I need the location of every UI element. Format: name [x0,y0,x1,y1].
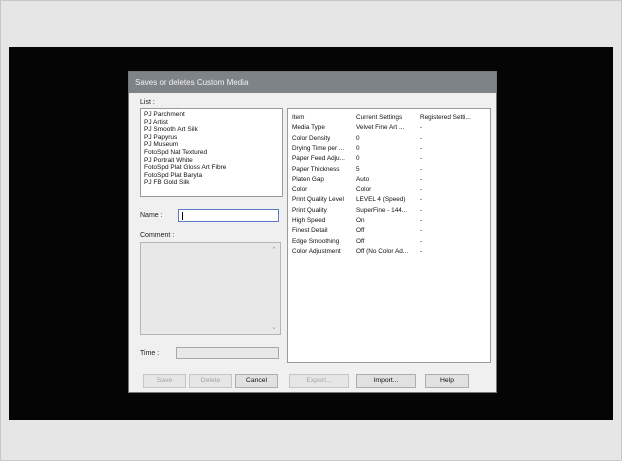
list-item[interactable]: PJ Smooth Art Silk [144,126,279,134]
table-cell: LEVEL 4 (Speed) [356,196,406,204]
list-item[interactable]: PJ Papyrus [144,134,279,142]
table-cell: Velvet Fine Art ... [356,124,405,132]
dialog-title: Saves or deletes Custom Media [129,72,496,93]
list-item[interactable]: PJ Artist [144,119,279,127]
table-cell: Print Quality [292,206,327,214]
list-item[interactable]: FotoSpd Plat Gloss Art Fibre [144,164,279,172]
table-cell: - [420,186,423,194]
table-cell: Print Quality Level [292,196,344,204]
table-cell: Paper Thickness [292,165,340,173]
media-listbox[interactable]: PJ Parchment PJ Artist PJ Smooth Art Silk P… [140,108,283,197]
name-label: Name : [140,212,163,219]
table-header-cell: Item [292,114,305,121]
table-cell: Platen Gap [292,175,324,183]
table-cell: Drying Time per ... [292,144,345,152]
table-cell: 0 [356,134,360,142]
table-cell: - [420,155,423,163]
text-caret [182,212,183,220]
list-item[interactable]: PJ Parchment [144,111,279,119]
comment-label: Comment : [140,232,175,239]
table-cell: - [420,227,423,235]
table-cell: Finest Detail [292,227,328,235]
list-item[interactable]: FotoSpd Plat Baryta [144,172,279,180]
table-cell: Off (No Color Ad... [356,247,409,255]
table-cell: SuperFine - 144... [356,206,408,214]
list-item[interactable]: PJ Portrait White [144,157,279,165]
list-item[interactable]: PJ FB Gold Silk [144,179,279,187]
settings-table[interactable]: Item Current Settings Registered Setti... M… [287,108,491,363]
scroll-up-arrow-icon[interactable]: ⌃ [271,246,277,254]
time-label: Time : [140,350,160,357]
export-button[interactable]: Export... [289,374,349,388]
table-cell: - [420,144,423,152]
table-cell: 0 [356,144,360,152]
comment-textarea[interactable]: ⌃ ⌄ [140,242,281,335]
table-cell: High Speed [292,217,326,224]
time-field [176,347,279,359]
help-button[interactable]: Help [425,374,469,388]
table-cell: - [420,196,423,204]
table-cell: Media Type [292,124,325,132]
table-cell: - [420,217,423,224]
table-cell: Color Density [292,134,331,142]
table-cell: - [420,206,423,214]
delete-button[interactable]: Delete [189,374,232,388]
table-header-cell: Registered Setti... [420,114,471,121]
table-header-cell: Current Settings [356,114,403,121]
table-cell: - [420,134,423,142]
table-cell: Off [356,227,365,235]
table-cell: - [420,165,423,173]
table-cell: - [420,124,423,132]
list-item[interactable]: PJ Museum [144,141,279,149]
table-cell: Auto [356,175,370,183]
table-cell: 5 [356,165,360,173]
table-cell: Color Adjustment [292,247,341,255]
scroll-down-arrow-icon[interactable]: ⌄ [271,323,277,331]
table-cell: Off [356,237,365,245]
table-cell: - [420,175,423,183]
cancel-button[interactable]: Cancel [235,374,278,388]
custom-media-dialog: Saves or deletes Custom Media List : PJ … [129,72,496,392]
table-cell: 0 [356,155,360,163]
save-button[interactable]: Save [143,374,186,388]
table-cell: Edge Smoothing [292,237,340,245]
table-cell: On [356,217,365,224]
list-item[interactable]: FotoSpd Nat Textured [144,149,279,157]
table-cell: - [420,237,423,245]
name-input[interactable] [178,209,279,222]
import-button[interactable]: Import... [356,374,416,388]
table-cell: Color [356,186,372,194]
list-label: List : [140,99,155,106]
table-cell: Color [292,186,308,194]
table-cell: - [420,247,423,255]
table-cell: Paper Feed Adju... [292,155,345,163]
